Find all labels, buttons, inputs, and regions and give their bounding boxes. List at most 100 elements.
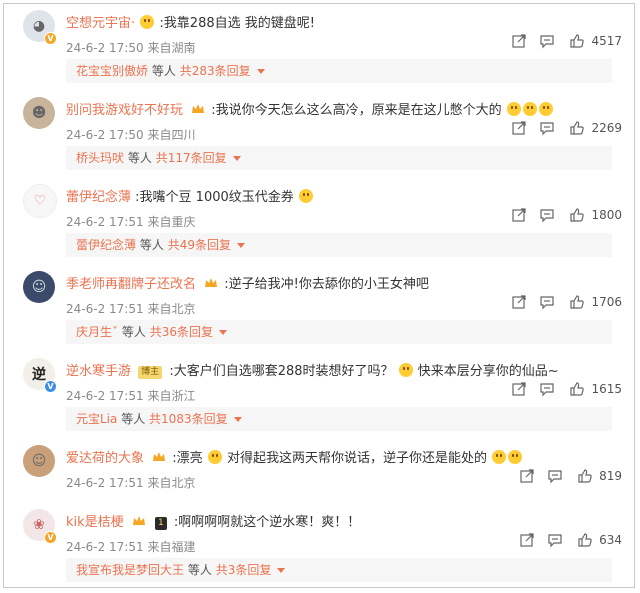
reply-summary[interactable]: 蕾伊纪念薄 等人 共49条回复 bbox=[66, 233, 612, 257]
reply-etc: 等人 bbox=[187, 563, 212, 577]
reply-user[interactable]: 花宝宝别傲娇 bbox=[76, 64, 148, 78]
emoji-icon bbox=[508, 450, 523, 464]
emoji-icon bbox=[207, 450, 222, 464]
comment-date: 24-6-2 17:50 bbox=[66, 41, 144, 55]
avatar-face-icon: ☺ bbox=[31, 453, 47, 469]
chevron-down-icon bbox=[232, 156, 241, 161]
reply-etc: 等人 bbox=[121, 412, 146, 426]
reply-count[interactable]: 共36条回复 bbox=[150, 325, 213, 339]
chevron-down-icon bbox=[256, 69, 265, 74]
share-icon[interactable] bbox=[511, 381, 527, 397]
crown-icon bbox=[132, 516, 145, 525]
comment-item: ☺ 爱达荷的大象 :漂亮 对得起我这两天帮你说话，逆子你还是能处的 24-6-2… bbox=[4, 439, 634, 503]
reply-summary[interactable]: 桥头玛吠 等人 共117条回复 bbox=[66, 146, 612, 170]
reply-count[interactable]: 共117条回复 bbox=[156, 151, 227, 165]
share-icon[interactable] bbox=[519, 532, 535, 548]
comment-date: 24-6-2 17:51 bbox=[66, 215, 144, 229]
author-tag: 博主 bbox=[138, 366, 163, 379]
username[interactable]: 爱达荷的大象 bbox=[66, 451, 144, 466]
comment-item: ♡ 蕾伊纪念薄 :我嘴个豆 1000纹玉代金券 24-6-2 17:51 来自重… bbox=[4, 178, 634, 265]
reply-summary[interactable]: 花宝宝别傲娇 等人 共283条回复 bbox=[66, 59, 612, 83]
reply-summary[interactable]: 我宣布我是梦回大王 等人 共3条回复 bbox=[66, 558, 612, 582]
thumbs-up-icon[interactable] bbox=[569, 381, 585, 397]
comment-icon[interactable] bbox=[539, 294, 555, 310]
comment-item: ❀ V kik是桔梗 1 :啊啊啊啊就这个逆水寒！爽！！ 24-6-2 17:5… bbox=[4, 503, 634, 590]
reply-user[interactable]: 元宝Lia bbox=[76, 412, 117, 426]
reply-count[interactable]: 共283条回复 bbox=[180, 64, 251, 78]
username[interactable]: 季老师再翻牌子还改名 bbox=[66, 277, 196, 292]
comment-location: 来自北京 bbox=[147, 302, 196, 316]
share-icon[interactable] bbox=[511, 120, 527, 136]
avatar[interactable]: ☻ bbox=[23, 97, 55, 129]
comment-icon[interactable] bbox=[539, 207, 555, 223]
emoji-icon bbox=[506, 102, 521, 116]
reply-etc: 等人 bbox=[139, 238, 164, 252]
like-count: 2269 bbox=[591, 121, 622, 135]
username[interactable]: 蕾伊纪念薄 bbox=[66, 190, 131, 205]
comment-list: ◕ V 空想元宇宙· :我靠288自选 我的键盘呢! 24-6-2 17:50 … bbox=[3, 3, 635, 588]
avatar[interactable]: ♡ bbox=[23, 184, 57, 218]
thumbs-up-icon[interactable] bbox=[569, 33, 585, 49]
reply-user[interactable]: 我宣布我是梦回大王 bbox=[76, 563, 184, 577]
emoji-icon bbox=[492, 450, 507, 464]
comment-icon[interactable] bbox=[547, 532, 563, 548]
share-icon[interactable] bbox=[519, 468, 535, 484]
crown-icon bbox=[153, 452, 166, 461]
thumbs-up-icon[interactable] bbox=[577, 532, 593, 548]
crown-icon bbox=[205, 278, 218, 287]
comment-icon[interactable] bbox=[539, 33, 555, 49]
reply-count[interactable]: 共49条回复 bbox=[168, 238, 231, 252]
username[interactable]: 空想元宇宙· bbox=[66, 16, 135, 31]
comment-icon[interactable] bbox=[539, 381, 555, 397]
comment-text: :我靠288自选 我的键盘呢! bbox=[159, 16, 315, 31]
reply-summary[interactable]: 庆月生ˇ 等人 共36条回复 bbox=[66, 320, 612, 344]
like-count: 634 bbox=[599, 533, 622, 547]
reply-count[interactable]: 共1083条回复 bbox=[149, 412, 228, 426]
comment-date: 24-6-2 17:51 bbox=[66, 540, 144, 554]
chevron-down-icon bbox=[236, 243, 245, 248]
comment-date: 24-6-2 17:51 bbox=[66, 302, 144, 316]
chevron-down-icon bbox=[277, 568, 286, 573]
reply-user[interactable]: 桥头玛吠 bbox=[76, 151, 124, 165]
emoji-icon bbox=[140, 15, 155, 29]
comment-date: 24-6-2 17:51 bbox=[66, 389, 144, 403]
comment-text: :漂亮 bbox=[172, 451, 203, 466]
reply-count[interactable]: 共3条回复 bbox=[216, 563, 272, 577]
chevron-down-icon bbox=[233, 417, 242, 422]
chevron-down-icon bbox=[218, 330, 227, 335]
share-icon[interactable] bbox=[511, 207, 527, 223]
share-icon[interactable] bbox=[511, 33, 527, 49]
comment-item: ☺ 季老师再翻牌子还改名 :逆子给我冲!你去舔你的小王女神吧 24-6-2 17… bbox=[4, 265, 634, 352]
username[interactable]: kik是桔梗 bbox=[66, 515, 124, 530]
comment-icon[interactable] bbox=[539, 120, 555, 136]
comment-item: ☻ 别问我游戏好不好玩 :我说你今天怎么这么高冷，原来是在这儿憋个大的 24-6… bbox=[4, 91, 634, 178]
thumbs-up-icon[interactable] bbox=[569, 207, 585, 223]
reply-user[interactable]: 蕾伊纪念薄 bbox=[76, 238, 136, 252]
comment-text-2: 对得起我这两天帮你说话，逆子你还是能处的 bbox=[226, 451, 487, 466]
thumbs-up-icon[interactable] bbox=[577, 468, 593, 484]
comment-icon[interactable] bbox=[547, 468, 563, 484]
reply-summary[interactable]: 元宝Lia 等人 共1083条回复 bbox=[66, 407, 612, 431]
comment-item: ◕ V 空想元宇宙· :我靠288自选 我的键盘呢! 24-6-2 17:50 … bbox=[4, 4, 634, 91]
reply-etc: 等人 bbox=[127, 151, 152, 165]
comment-date: 24-6-2 17:50 bbox=[66, 128, 144, 142]
emoji-icon bbox=[522, 102, 537, 116]
comment-location: 来自四川 bbox=[147, 128, 196, 142]
comment-text: :我嘴个豆 1000纹玉代金券 bbox=[135, 190, 294, 205]
comment-location: 来自北京 bbox=[147, 476, 196, 490]
reply-etc: 等人 bbox=[121, 325, 146, 339]
avatar-face-icon: ☻ bbox=[31, 105, 47, 121]
thumbs-up-icon[interactable] bbox=[569, 294, 585, 310]
avatar-face-icon: ♡ bbox=[33, 193, 47, 209]
thumbs-up-icon[interactable] bbox=[569, 120, 585, 136]
emoji-icon bbox=[298, 189, 313, 203]
avatar[interactable]: ☺ bbox=[23, 445, 55, 477]
avatar-face-icon: ☺ bbox=[31, 279, 47, 295]
avatar[interactable]: ☺ bbox=[23, 271, 55, 303]
reply-user[interactable]: 庆月生ˇ bbox=[76, 325, 118, 339]
username[interactable]: 逆水寒手游 bbox=[66, 364, 131, 379]
comment-location: 来自湖南 bbox=[147, 41, 196, 55]
username[interactable]: 别问我游戏好不好玩 bbox=[66, 103, 183, 118]
share-icon[interactable] bbox=[511, 294, 527, 310]
comment-text: :啊啊啊啊就这个逆水寒！爽！！ bbox=[173, 515, 361, 530]
